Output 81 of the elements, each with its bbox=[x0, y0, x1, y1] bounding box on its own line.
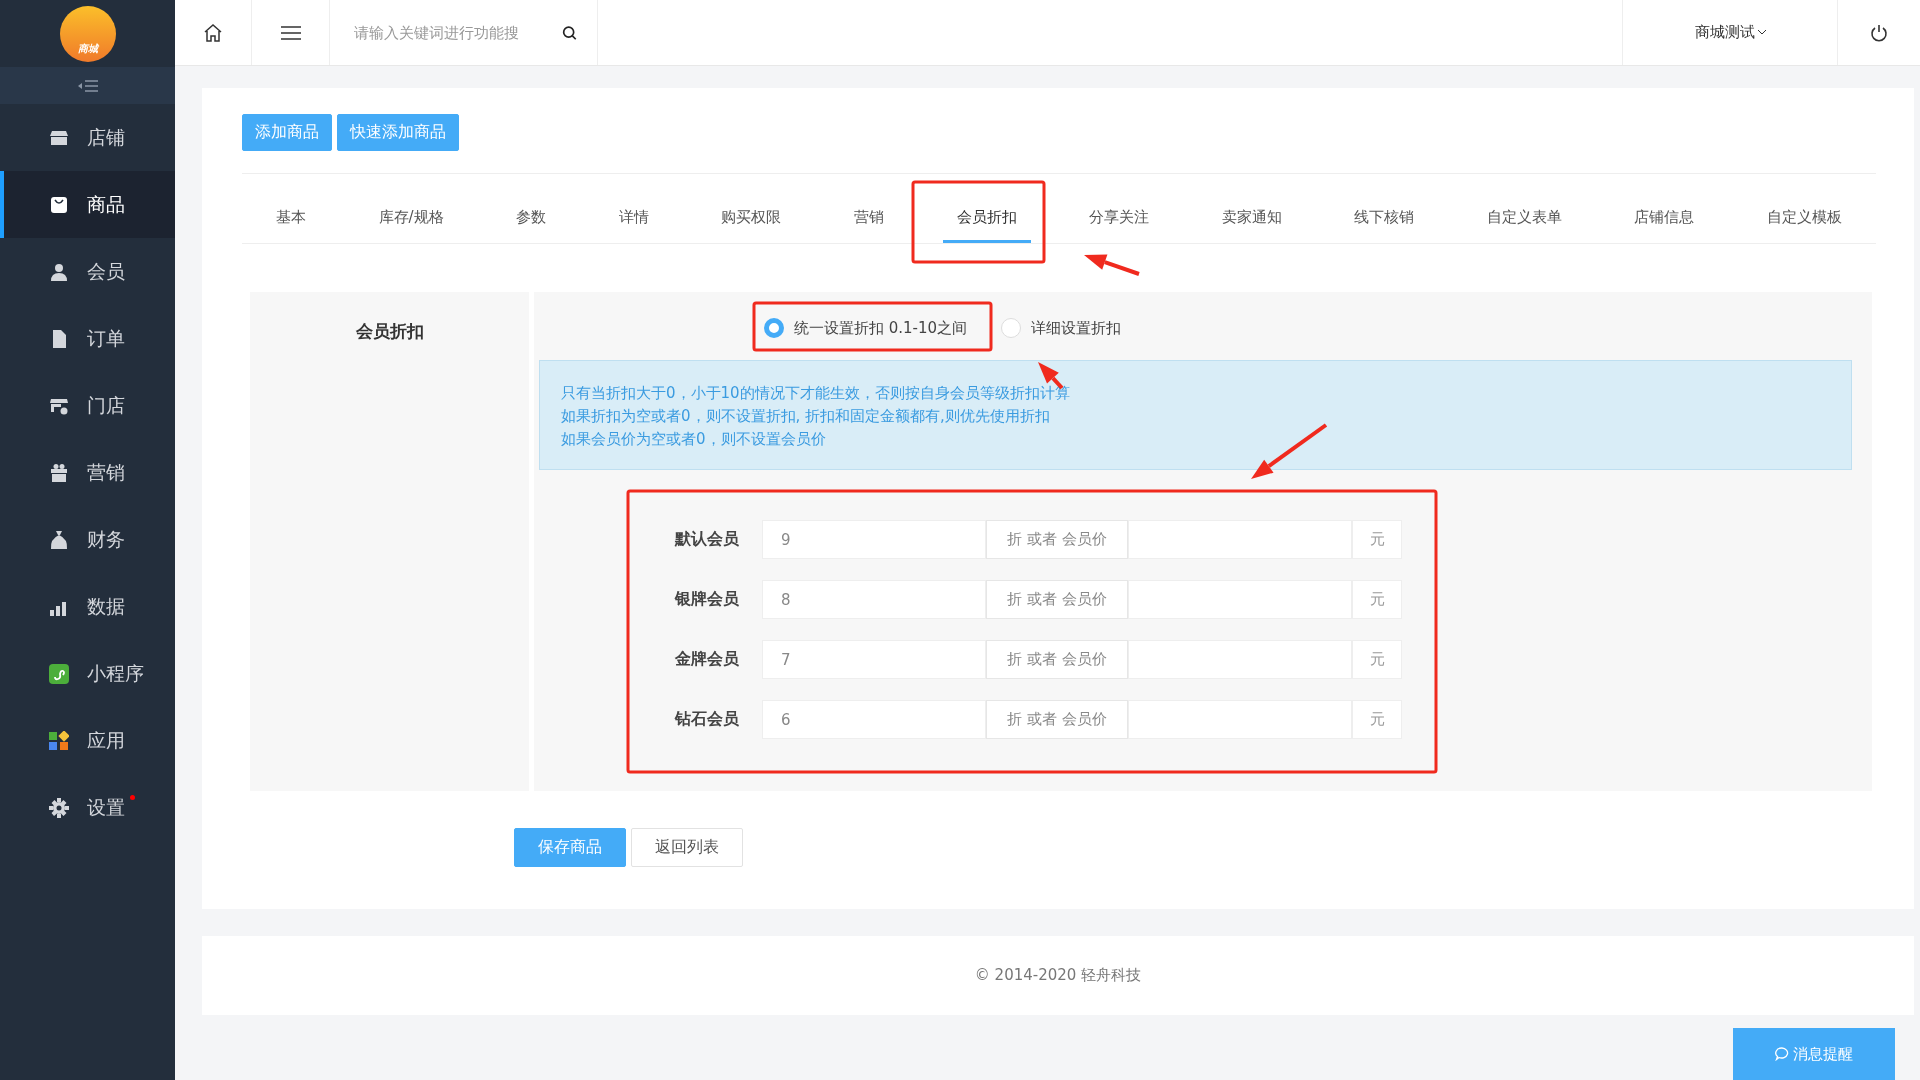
sidebar-item-label: 订单 bbox=[87, 325, 125, 351]
sidebar-item[interactable]: 数据 bbox=[0, 573, 175, 640]
sidebar-item[interactable]: 订单 bbox=[0, 305, 175, 372]
sidebar-item[interactable]: 营销 bbox=[0, 439, 175, 506]
sidebar-item[interactable]: 应用 bbox=[0, 707, 175, 774]
search-icon[interactable] bbox=[562, 23, 577, 42]
unit-addon: 元 bbox=[1352, 700, 1402, 739]
info-text: 如果折扣为空或者0，则不设置折扣, 折扣和固定金额都有,则优先使用折扣 bbox=[561, 406, 1051, 426]
tab[interactable]: 分享关注 bbox=[1075, 196, 1164, 243]
tab[interactable]: 基本 bbox=[262, 196, 320, 243]
money-bag-icon bbox=[49, 529, 69, 550]
member-level-label: 银牌会员 bbox=[673, 589, 740, 610]
tab[interactable]: 库存/规格 bbox=[364, 196, 458, 243]
sidebar-item-label: 数据 bbox=[87, 593, 125, 619]
member-level-label: 钻石会员 bbox=[673, 709, 740, 730]
back-button[interactable]: 返回列表 bbox=[631, 828, 743, 867]
tab[interactable]: 自定义表单 bbox=[1472, 196, 1576, 243]
info-text: 如果会员价为空或者0，则不设置会员价 bbox=[561, 429, 827, 449]
discount-input[interactable]: 7 bbox=[762, 640, 986, 679]
discount-input[interactable]: 9 bbox=[762, 520, 986, 559]
person-icon bbox=[49, 261, 69, 282]
input-addon: 折 或者 会员价 bbox=[986, 520, 1128, 559]
menu-icon bbox=[280, 25, 301, 40]
power-icon bbox=[1870, 23, 1888, 42]
sidebar-item-label: 应用 bbox=[87, 727, 125, 753]
info-text: 只有当折扣大于0，小于10的情况下才能生效，否则按自身会员等级折扣计算 bbox=[561, 383, 1071, 403]
mini-program-icon bbox=[49, 663, 69, 684]
apps-grid-icon bbox=[49, 730, 69, 751]
tab[interactable]: 线下核销 bbox=[1340, 196, 1429, 243]
discount-input[interactable]: 8 bbox=[762, 580, 986, 619]
collapse-menu-icon[interactable] bbox=[77, 79, 98, 92]
caret-icon bbox=[1757, 30, 1766, 35]
input-addon: 折 或者 会员价 bbox=[986, 700, 1128, 739]
annotation-arrow bbox=[1084, 254, 1140, 276]
sidebar-item[interactable]: 设置 bbox=[0, 774, 175, 841]
member-price-input[interactable] bbox=[1128, 700, 1352, 739]
settings-icon bbox=[49, 797, 69, 818]
radio-option[interactable]: 详细设置折扣 bbox=[1001, 318, 1122, 338]
sidebar-item-label: 门店 bbox=[87, 392, 125, 418]
member-price-input[interactable] bbox=[1128, 520, 1352, 559]
sidebar-item[interactable]: 财务 bbox=[0, 506, 175, 573]
logo-text: 商城 bbox=[77, 41, 98, 56]
sidebar-item[interactable]: 会员 bbox=[0, 238, 175, 305]
sidebar-item[interactable]: 店铺 bbox=[0, 104, 175, 171]
radio-label: 详细设置折扣 bbox=[1031, 318, 1122, 338]
input-addon: 折 或者 会员价 bbox=[986, 580, 1128, 619]
sidebar-item[interactable]: 小程序 bbox=[0, 640, 175, 707]
tab[interactable]: 参数 bbox=[502, 196, 561, 243]
sidebar-item-label: 设置 bbox=[87, 794, 125, 821]
shop-dropdown[interactable]: 商城测试 bbox=[1622, 0, 1837, 65]
tab[interactable]: 营销 bbox=[839, 196, 898, 243]
sidebar-item-label: 会员 bbox=[87, 258, 125, 284]
unit-addon: 元 bbox=[1352, 520, 1402, 559]
input-addon: 折 或者 会员价 bbox=[986, 640, 1128, 679]
bag-icon bbox=[49, 194, 69, 215]
member-price-input[interactable] bbox=[1128, 640, 1352, 679]
unit-addon: 元 bbox=[1352, 580, 1402, 619]
sidebar-item-label: 店铺 bbox=[87, 124, 125, 150]
sidebar-item-label: 营销 bbox=[87, 459, 125, 485]
unit-addon: 元 bbox=[1352, 640, 1402, 679]
sidebar-item-label: 商品 bbox=[87, 191, 125, 217]
home-icon bbox=[203, 22, 223, 43]
gift-icon bbox=[49, 462, 69, 483]
sidebar-item[interactable]: 商品 bbox=[0, 171, 175, 238]
tab[interactable]: 购买权限 bbox=[707, 196, 796, 243]
member-level-label: 默认会员 bbox=[673, 529, 740, 550]
tab[interactable]: 卖家通知 bbox=[1207, 196, 1296, 243]
tab[interactable]: 详情 bbox=[604, 196, 663, 243]
sidebar-item-label: 财务 bbox=[87, 526, 125, 552]
copyright-text: © 2014-2020 轻舟科技 bbox=[974, 966, 1142, 985]
discount-input[interactable]: 6 bbox=[762, 700, 986, 739]
member-level-label: 金牌会员 bbox=[674, 649, 740, 670]
radio-circle[interactable] bbox=[764, 318, 784, 338]
member-price-input[interactable] bbox=[1128, 580, 1352, 619]
field-label: 会员折扣 bbox=[355, 320, 424, 343]
tab[interactable]: 店铺信息 bbox=[1620, 196, 1709, 243]
tab[interactable]: 会员折扣 bbox=[942, 196, 1031, 243]
tab[interactable]: 自定义模板 bbox=[1753, 196, 1856, 243]
sidebar-item-label: 小程序 bbox=[87, 660, 144, 686]
chat-bubble-icon bbox=[1775, 1047, 1789, 1061]
sidebar-item[interactable]: 门店 bbox=[0, 372, 175, 439]
